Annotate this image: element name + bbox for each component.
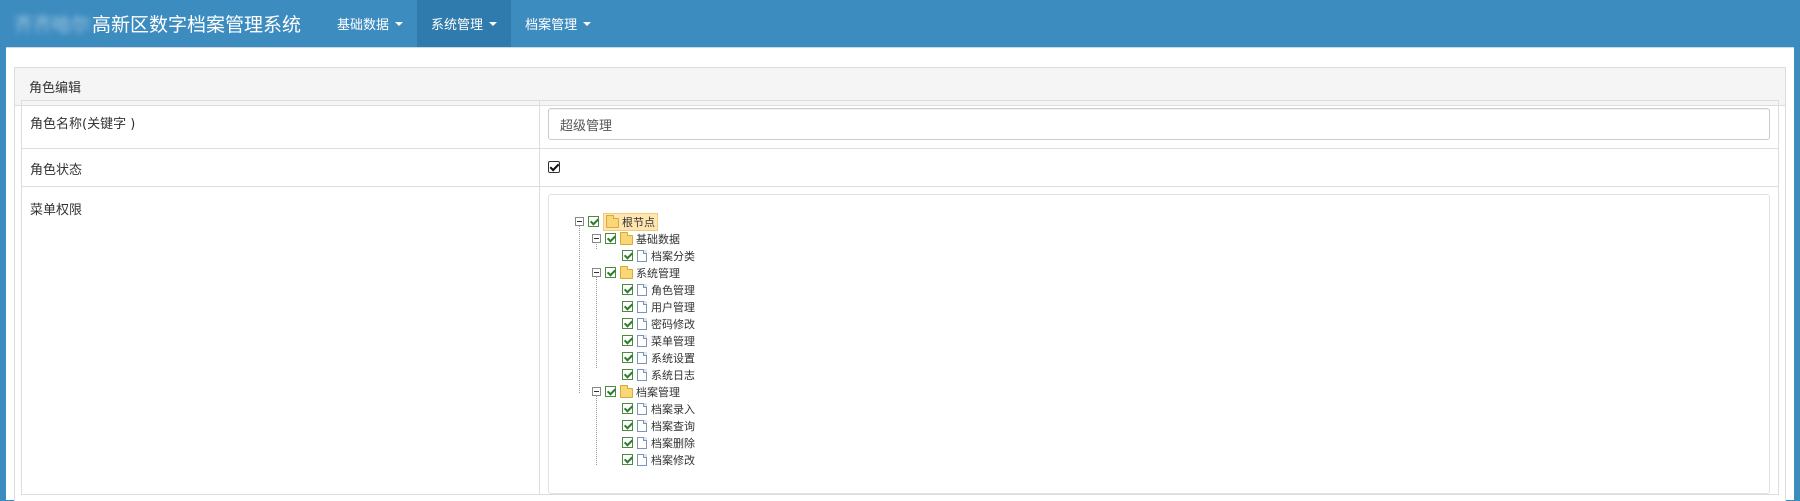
nav-archive-management[interactable]: 档案管理 xyxy=(511,0,605,47)
role-name-row: 角色名称(关键字 ) 超级管理 xyxy=(21,100,1779,149)
tree-group-label: 系统管理 xyxy=(636,266,680,280)
document-icon xyxy=(637,249,647,262)
role-status-cell xyxy=(539,148,1779,187)
tree-node-leaf[interactable]: 档案删除 xyxy=(571,434,695,451)
folder-open-icon xyxy=(620,384,633,398)
tree-node-group[interactable]: 基础数据 xyxy=(571,230,695,247)
role-name-value: 超级管理 xyxy=(560,118,613,134)
tree-node-leaf[interactable]: 档案查询 xyxy=(571,417,695,434)
document-icon xyxy=(637,436,647,449)
tree-leaf-label: 系统设置 xyxy=(651,351,695,365)
tree-leaf-label: 系统日志 xyxy=(651,368,695,382)
tree-leaf-label: 菜单管理 xyxy=(651,334,695,348)
top-navbar: 齐齐哈尔 高新区数字档案管理系统 基础数据 系统管理 档案管理 xyxy=(0,0,1800,47)
tree-node-leaf[interactable]: 系统设置 xyxy=(571,349,695,366)
tree-checkbox[interactable] xyxy=(605,267,616,278)
menu-permission-label: 菜单权限 xyxy=(21,186,540,495)
app-title-text: 高新区数字档案管理系统 xyxy=(92,14,302,36)
tree-root-label-box[interactable]: 根节点 xyxy=(603,212,658,231)
tree-checkbox[interactable] xyxy=(622,369,633,380)
document-icon xyxy=(637,402,647,415)
nav-basic-data[interactable]: 基础数据 xyxy=(323,0,417,47)
menu-permission-tree-box: 根节点 基础数据 档案分类 系统管理 角色管理 用户管理 密码修改 菜单管理 系… xyxy=(548,194,1770,494)
tree-leaf-label: 档案查询 xyxy=(651,419,695,433)
tree-node-leaf[interactable]: 密码修改 xyxy=(571,315,695,332)
chevron-down-icon xyxy=(395,21,404,26)
nav-archive-management-label: 档案管理 xyxy=(525,18,578,33)
tree-root-label: 根节点 xyxy=(622,215,655,229)
panel-title: 角色编辑 xyxy=(29,81,82,96)
app-title-blurred-prefix: 齐齐哈尔 xyxy=(14,14,91,36)
tree-checkbox[interactable] xyxy=(622,301,633,312)
tree-node-leaf[interactable]: 系统日志 xyxy=(571,366,695,383)
tree-node-leaf[interactable]: 档案录入 xyxy=(571,400,695,417)
document-icon xyxy=(637,368,647,381)
tree-node-leaf[interactable]: 角色管理 xyxy=(571,281,695,298)
tree-node-group[interactable]: 系统管理 xyxy=(571,264,695,281)
tree-leaf-label: 档案删除 xyxy=(651,436,695,450)
collapse-icon[interactable] xyxy=(592,268,601,277)
tree-group-label: 档案管理 xyxy=(636,385,680,399)
tree-leaf-label: 档案录入 xyxy=(651,402,695,416)
document-icon xyxy=(637,419,647,432)
tree-leaf-label: 档案分类 xyxy=(651,249,695,263)
document-icon xyxy=(637,351,647,364)
app-title[interactable]: 齐齐哈尔 高新区数字档案管理系统 xyxy=(0,0,323,47)
role-form-table: 角色名称(关键字 ) 超级管理 角色状态 菜单权限 根节点 基础数据 档案分类 … xyxy=(21,100,1779,495)
tree-checkbox[interactable] xyxy=(622,454,633,465)
tree-node-leaf[interactable]: 档案修改 xyxy=(571,451,695,468)
document-icon xyxy=(637,334,647,347)
role-status-checkbox[interactable] xyxy=(548,160,560,173)
permission-tree: 根节点 基础数据 档案分类 系统管理 角色管理 用户管理 密码修改 菜单管理 系… xyxy=(571,212,695,468)
tree-node-root[interactable]: 根节点 xyxy=(571,212,695,231)
tree-checkbox[interactable] xyxy=(605,386,616,397)
chevron-down-icon xyxy=(489,21,498,26)
nav-system-management[interactable]: 系统管理 xyxy=(417,0,512,47)
chevron-down-icon xyxy=(583,21,592,26)
tree-group-label: 基础数据 xyxy=(636,232,680,246)
tree-checkbox[interactable] xyxy=(622,250,633,261)
content-frame: 角色编辑 角色名称(关键字 ) 超级管理 角色状态 菜单权限 根节点 基础数据 … xyxy=(6,47,1794,501)
collapse-icon[interactable] xyxy=(592,234,601,243)
tree-node-leaf[interactable]: 菜单管理 xyxy=(571,332,695,349)
tree-checkbox[interactable] xyxy=(622,284,633,295)
tree-checkbox[interactable] xyxy=(588,216,599,227)
nav-basic-data-label: 基础数据 xyxy=(337,18,390,33)
tree-node-group[interactable]: 档案管理 xyxy=(571,383,695,400)
menu-permission-row: 菜单权限 根节点 基础数据 档案分类 系统管理 角色管理 用户管理 密码修改 菜… xyxy=(21,186,1779,495)
folder-open-icon xyxy=(620,265,633,279)
tree-checkbox[interactable] xyxy=(622,352,633,363)
folder-open-icon xyxy=(620,231,633,245)
role-status-row: 角色状态 xyxy=(21,148,1779,187)
folder-open-icon xyxy=(606,214,619,228)
role-name-cell: 超级管理 xyxy=(539,100,1779,149)
tree-leaf-label: 用户管理 xyxy=(651,300,695,314)
tree-checkbox[interactable] xyxy=(622,318,633,329)
role-name-input[interactable]: 超级管理 xyxy=(548,108,1770,140)
tree-checkbox[interactable] xyxy=(605,233,616,244)
role-name-label: 角色名称(关键字 ) xyxy=(21,100,540,149)
tree-node-leaf[interactable]: 档案分类 xyxy=(571,247,695,264)
tree-checkbox[interactable] xyxy=(622,335,633,346)
tree-checkbox[interactable] xyxy=(622,420,633,431)
document-icon xyxy=(637,300,647,313)
nav-system-management-label: 系统管理 xyxy=(431,18,484,33)
tree-leaf-label: 密码修改 xyxy=(651,317,695,331)
collapse-icon[interactable] xyxy=(592,387,601,396)
tree-leaf-label: 角色管理 xyxy=(651,283,695,297)
tree-leaf-label: 档案修改 xyxy=(651,453,695,467)
document-icon xyxy=(637,283,647,296)
tree-checkbox[interactable] xyxy=(622,403,633,414)
menu-permission-cell: 根节点 基础数据 档案分类 系统管理 角色管理 用户管理 密码修改 菜单管理 系… xyxy=(539,186,1779,495)
tree-checkbox[interactable] xyxy=(622,437,633,448)
role-status-label: 角色状态 xyxy=(21,148,540,187)
collapse-icon[interactable] xyxy=(575,217,584,226)
tree-node-leaf[interactable]: 用户管理 xyxy=(571,298,695,315)
document-icon xyxy=(637,317,647,330)
document-icon xyxy=(637,453,647,466)
